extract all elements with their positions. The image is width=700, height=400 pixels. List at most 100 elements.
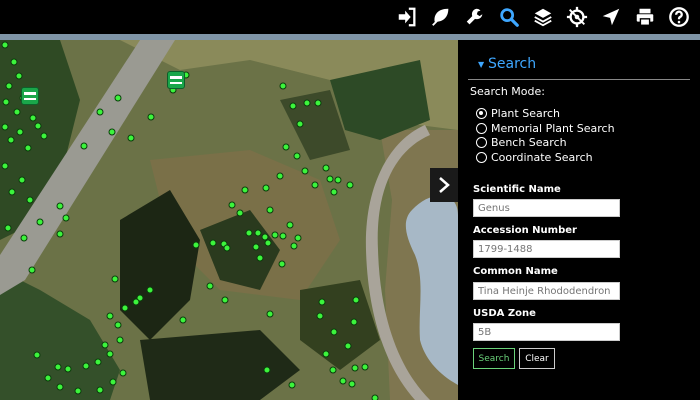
panel-title[interactable]: Search	[488, 56, 536, 72]
plant-marker[interactable]	[13, 108, 21, 116]
plant-marker[interactable]	[329, 366, 337, 374]
bench-marker[interactable]	[167, 71, 185, 89]
plant-marker[interactable]	[146, 286, 154, 294]
layers-icon[interactable]	[530, 4, 556, 30]
plant-marker[interactable]	[1, 162, 9, 170]
plant-marker[interactable]	[228, 201, 236, 209]
radio-button[interactable]	[476, 136, 487, 148]
plant-marker[interactable]	[223, 244, 231, 252]
plant-marker[interactable]	[316, 312, 324, 320]
plant-marker[interactable]	[262, 184, 270, 192]
plant-marker[interactable]	[16, 128, 24, 136]
plant-marker[interactable]	[147, 113, 155, 121]
plant-marker[interactable]	[10, 58, 18, 66]
plant-marker[interactable]	[64, 365, 72, 373]
plant-marker[interactable]	[263, 366, 271, 374]
plant-marker[interactable]	[62, 214, 70, 222]
plant-marker[interactable]	[252, 243, 260, 251]
plant-marker[interactable]	[56, 383, 64, 391]
plant-marker[interactable]	[96, 108, 104, 116]
plant-marker[interactable]	[361, 363, 369, 371]
usda-zone-input[interactable]	[473, 323, 620, 341]
plant-marker[interactable]	[54, 363, 62, 371]
plant-marker[interactable]	[28, 266, 36, 274]
common-name-input[interactable]	[473, 282, 620, 300]
plant-marker[interactable]	[8, 188, 16, 196]
plant-marker[interactable]	[322, 164, 330, 172]
plant-marker[interactable]	[206, 282, 214, 290]
plant-marker[interactable]	[330, 328, 338, 336]
plant-marker[interactable]	[1, 123, 9, 131]
plant-marker[interactable]	[282, 143, 290, 151]
plant-marker[interactable]	[26, 196, 34, 204]
plant-marker[interactable]	[114, 94, 122, 102]
plant-marker[interactable]	[318, 298, 326, 306]
search-icon[interactable]	[496, 4, 522, 30]
plant-marker[interactable]	[119, 369, 127, 377]
plant-marker[interactable]	[56, 230, 64, 238]
help-icon[interactable]	[666, 4, 692, 30]
plant-marker[interactable]	[296, 120, 304, 128]
plant-marker[interactable]	[179, 316, 187, 324]
plant-marker[interactable]	[254, 229, 262, 237]
radio-memorial-plant-search[interactable]: Memorial Plant Search	[476, 121, 615, 135]
plant-marker[interactable]	[5, 82, 13, 90]
plant-marker[interactable]	[15, 72, 23, 80]
plant-marker[interactable]	[266, 310, 274, 318]
plant-marker[interactable]	[40, 132, 48, 140]
plant-marker[interactable]	[276, 172, 284, 180]
plant-marker[interactable]	[20, 234, 28, 242]
plant-marker[interactable]	[18, 176, 26, 184]
plant-marker[interactable]	[236, 209, 244, 217]
plant-marker[interactable]	[339, 377, 347, 385]
plant-marker[interactable]	[290, 242, 298, 250]
plant-marker[interactable]	[350, 318, 358, 326]
radio-button[interactable]	[476, 122, 487, 134]
plant-marker[interactable]	[330, 188, 338, 196]
plant-marker[interactable]	[266, 206, 274, 214]
plant-marker[interactable]	[192, 241, 200, 249]
plant-marker[interactable]	[106, 312, 114, 320]
leaf-icon[interactable]	[428, 4, 454, 30]
plant-marker[interactable]	[351, 364, 359, 372]
plant-marker[interactable]	[264, 239, 272, 247]
plant-marker[interactable]	[289, 102, 297, 110]
bench-marker[interactable]	[21, 87, 39, 105]
plant-marker[interactable]	[278, 260, 286, 268]
plant-marker[interactable]	[7, 136, 15, 144]
plant-marker[interactable]	[96, 386, 104, 394]
plant-marker[interactable]	[132, 298, 140, 306]
search-button[interactable]: Search	[473, 348, 515, 369]
plant-marker[interactable]	[256, 254, 264, 262]
plant-marker[interactable]	[108, 128, 116, 136]
plant-marker[interactable]	[322, 350, 330, 358]
radio-plant-search[interactable]: Plant Search	[476, 106, 560, 120]
plant-marker[interactable]	[314, 99, 322, 107]
plant-marker[interactable]	[82, 362, 90, 370]
plant-marker[interactable]	[279, 232, 287, 240]
login-icon[interactable]	[394, 4, 420, 30]
plant-marker[interactable]	[221, 296, 229, 304]
plant-marker[interactable]	[74, 387, 82, 395]
plant-marker[interactable]	[4, 224, 12, 232]
wrench-icon[interactable]	[462, 4, 488, 30]
aerial-map[interactable]	[0, 40, 458, 400]
plant-marker[interactable]	[114, 321, 122, 329]
plant-marker[interactable]	[94, 358, 102, 366]
plant-marker[interactable]	[326, 175, 334, 183]
accession-number-input[interactable]	[473, 240, 620, 258]
plant-marker[interactable]	[106, 350, 114, 358]
plant-marker[interactable]	[279, 82, 287, 90]
plant-marker[interactable]	[127, 134, 135, 142]
plant-marker[interactable]	[288, 381, 296, 389]
plant-marker[interactable]	[24, 144, 32, 152]
plant-marker[interactable]	[44, 374, 52, 382]
plant-marker[interactable]	[271, 231, 279, 239]
plant-marker[interactable]	[33, 351, 41, 359]
plant-marker[interactable]	[348, 380, 356, 388]
print-icon[interactable]	[632, 4, 658, 30]
navigate-icon[interactable]	[598, 4, 624, 30]
plant-marker[interactable]	[101, 341, 109, 349]
clear-button[interactable]: Clear	[519, 348, 555, 369]
locate-icon[interactable]	[564, 4, 590, 30]
